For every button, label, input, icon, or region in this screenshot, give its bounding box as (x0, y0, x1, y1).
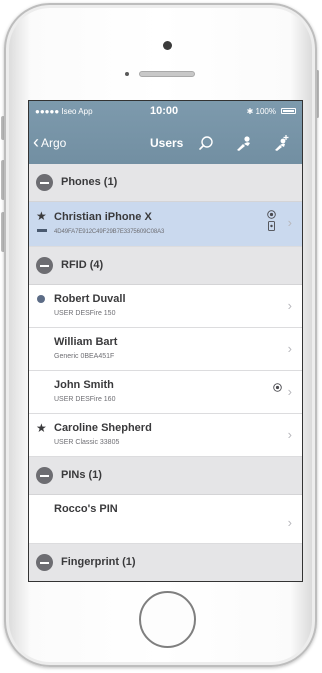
back-label: Argo (41, 136, 67, 150)
minus-circle-icon[interactable] (36, 257, 53, 274)
list-item[interactable]: Robert Duvall USER DESFire 150 › (29, 285, 302, 328)
chevron-right-icon: › (287, 341, 292, 356)
star-icon: ★ (36, 421, 47, 435)
star-icon: ★ (36, 209, 47, 223)
chevron-right-icon: › (287, 427, 292, 442)
minus-circle-icon[interactable] (36, 174, 53, 191)
user-name: Rocco's PIN (54, 503, 118, 515)
section-title: Fingerprint (1) (61, 556, 136, 568)
earpiece-speaker (139, 71, 195, 77)
section-title: Phones (1) (61, 176, 118, 188)
home-button[interactable] (139, 591, 196, 648)
nav-bar: ‹ Argo Users (29, 121, 302, 164)
section-title: RFID (4) (61, 259, 104, 271)
section-title: PINs (1) (61, 469, 102, 481)
chevron-right-icon: › (287, 215, 292, 230)
status-dot-icon (37, 295, 45, 303)
user-detail: USER DESFire 160 (54, 396, 116, 403)
list-item[interactable]: John Smith USER DESFire 160 › (29, 371, 302, 414)
section-header-pins[interactable]: PINs (1) (29, 457, 302, 495)
clock: 10:00 (150, 105, 179, 117)
credential-badges (267, 210, 276, 231)
status-bar: ●●●●● Iseo App 10:00 ✱ 100% (29, 101, 302, 121)
section-header-phones[interactable]: Phones (1) (29, 164, 302, 202)
user-name: Robert Duvall (54, 293, 126, 305)
minus-circle-icon[interactable] (36, 467, 53, 484)
carrier-label: ●●●●● Iseo App (35, 107, 93, 116)
list-item[interactable]: ★ Christian iPhone X 4D49FA7E912C49F29B7… (29, 202, 302, 247)
chevron-left-icon: ‹ (33, 132, 39, 152)
search-icon[interactable] (196, 133, 216, 153)
section-header-rfid[interactable]: RFID (4) (29, 247, 302, 285)
chevron-right-icon: › (287, 298, 292, 313)
user-name: Christian iPhone X (54, 211, 152, 223)
user-name: William Bart (54, 336, 118, 348)
device-mockup: ●●●●● Iseo App 10:00 ✱ 100% ‹ Argo Users (0, 0, 322, 673)
battery-label: ✱ 100% (246, 107, 276, 116)
proximity-icon (273, 379, 282, 397)
proximity-sensor (125, 72, 129, 76)
phone-screen: ●●●●● Iseo App 10:00 ✱ 100% ‹ Argo Users (28, 100, 303, 582)
app-header: ●●●●● Iseo App 10:00 ✱ 100% ‹ Argo Users (29, 101, 302, 164)
list-item[interactable]: William Bart Generic 0BEA451F › (29, 328, 302, 371)
front-camera (163, 41, 172, 50)
add-user-icon[interactable] (271, 133, 291, 153)
proximity-icon (267, 210, 276, 219)
user-detail: 4D49FA7E912C49F29B7E3375609C08A3 (54, 229, 165, 235)
user-detail: USER DESFire 150 (54, 310, 116, 317)
users-list: Phones (1) ★ Christian iPhone X 4D49FA7E… (29, 164, 302, 581)
phone-badge-icon (268, 221, 275, 231)
page-title: Users (150, 136, 184, 150)
chevron-right-icon: › (287, 384, 292, 399)
user-detail: USER Classic 33805 (54, 439, 120, 446)
user-name: Caroline Shepherd (54, 422, 152, 434)
chevron-right-icon: › (287, 515, 292, 530)
section-header-fingerprint[interactable]: Fingerprint (1) (29, 544, 302, 581)
phone-icon (37, 229, 47, 232)
battery-icon (281, 108, 296, 114)
user-icon[interactable] (234, 133, 254, 153)
list-item[interactable]: Rocco's PIN › (29, 495, 302, 544)
user-detail: Generic 0BEA451F (54, 353, 115, 360)
back-button[interactable]: ‹ Argo (33, 132, 67, 152)
list-item[interactable]: ★ Caroline Shepherd USER Classic 33805 › (29, 414, 302, 457)
minus-circle-icon[interactable] (36, 554, 53, 571)
user-name: John Smith (54, 379, 114, 391)
